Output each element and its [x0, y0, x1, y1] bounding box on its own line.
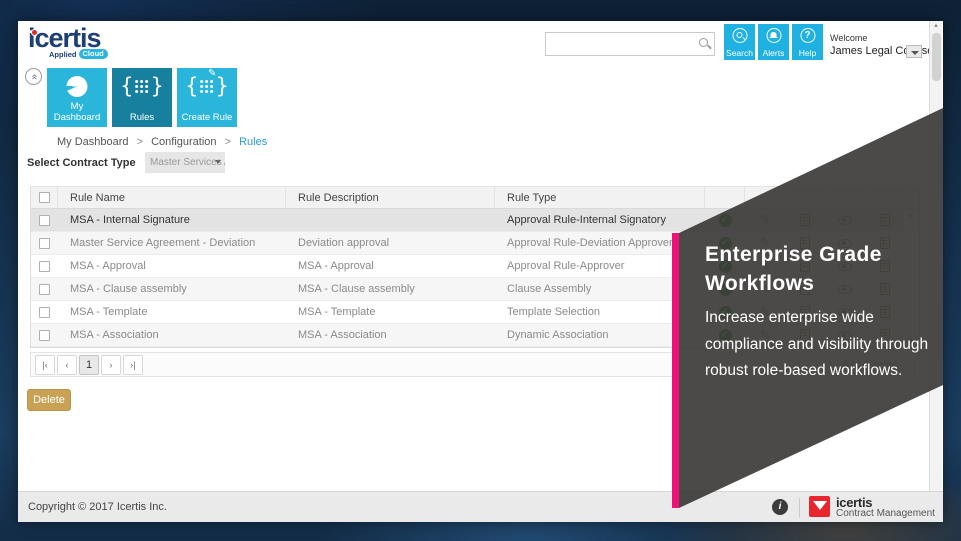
- row-checkbox[interactable]: [39, 238, 50, 249]
- logo-applied-label: Applied: [49, 50, 77, 59]
- question-mark-icon: ?: [800, 28, 815, 43]
- tile-rules[interactable]: { } Rules: [112, 68, 172, 127]
- rule-description-cell: MSA - Approval: [286, 255, 495, 277]
- delete-button[interactable]: Delete: [27, 389, 71, 411]
- breadcrumb-rules[interactable]: Rules: [239, 136, 267, 148]
- row-checkbox[interactable]: [39, 307, 50, 318]
- user-menu-dropdown[interactable]: [906, 45, 922, 58]
- breadcrumb-my-dashboard[interactable]: My Dashboard: [57, 136, 129, 148]
- rule-name-cell: MSA - Approval: [58, 255, 286, 277]
- promo-title: Enterprise Grade Workflows: [705, 240, 882, 298]
- tile-my-dashboard[interactable]: My Dashboard: [47, 68, 107, 127]
- contract-type-label: Select Contract Type: [27, 157, 136, 169]
- prev-page-button[interactable]: ‹: [57, 355, 77, 375]
- rules-braces-icon: { }: [120, 74, 164, 98]
- promo-accent-stripe: [672, 233, 679, 508]
- rule-description-cell: [286, 209, 495, 231]
- rule-type-cell: Approval Rule-Internal Signatory: [495, 209, 705, 231]
- row-checkbox[interactable]: [39, 284, 50, 295]
- select-all-checkbox[interactable]: [39, 192, 50, 203]
- rule-description-cell: MSA - Template: [286, 301, 495, 323]
- tile-create-rule[interactable]: { } ✎ Create Rule: [177, 68, 237, 127]
- tile-menu: My Dashboard { } Rules { } ✎ Create Rule: [47, 68, 237, 127]
- global-search-box: [545, 32, 715, 56]
- page-1-button[interactable]: 1: [79, 355, 99, 375]
- logo-wordmark: icertis: [28, 24, 108, 52]
- first-page-button[interactable]: |‹: [35, 355, 55, 375]
- rule-description-cell: MSA - Association: [286, 324, 495, 346]
- copyright-text: Copyright © 2017 Icertis Inc.: [28, 501, 167, 513]
- scroll-up-icon[interactable]: ▲: [930, 23, 942, 29]
- header-rule-name[interactable]: Rule Name: [58, 187, 286, 208]
- search-icon[interactable]: [699, 38, 708, 47]
- chevron-up-icon: «: [29, 74, 39, 80]
- pie-chart-icon: [64, 74, 90, 100]
- search-button[interactable]: Search: [724, 24, 755, 60]
- logo-red-dot-icon: [32, 30, 37, 35]
- help-button[interactable]: ? Help: [792, 24, 823, 60]
- rule-name-cell: MSA - Association: [58, 324, 286, 346]
- breadcrumb-configuration[interactable]: Configuration: [151, 136, 216, 148]
- rule-description-cell: Deviation approval: [286, 232, 495, 254]
- rule-name-cell: Master Service Agreement - Deviation: [58, 232, 286, 254]
- magnifier-icon: [732, 28, 747, 43]
- breadcrumb: My Dashboard > Configuration > Rules: [57, 136, 267, 148]
- rule-description-cell: MSA - Clause assembly: [286, 278, 495, 300]
- app-footer: Copyright © 2017 Icertis Inc. i icertis …: [18, 491, 943, 522]
- promo-description: Increase enterprise wide compliance and …: [705, 305, 942, 385]
- welcome-label: Welcome: [830, 32, 936, 44]
- row-checkbox[interactable]: [39, 330, 50, 341]
- info-icon[interactable]: i: [772, 499, 788, 515]
- icertis-logo: icertis Applied Cloud: [28, 24, 108, 59]
- row-checkbox[interactable]: [39, 261, 50, 272]
- collapse-tiles-button[interactable]: «: [25, 68, 42, 85]
- last-page-button[interactable]: ›|: [123, 355, 143, 375]
- pencil-icon: ✎: [208, 68, 216, 79]
- header-rule-type[interactable]: Rule Type: [495, 187, 705, 208]
- row-checkbox[interactable]: [39, 215, 50, 226]
- bell-icon: [766, 28, 781, 43]
- rule-name-cell: MSA - Clause assembly: [58, 278, 286, 300]
- icertis-footer-logo-icon: [809, 496, 830, 517]
- search-input[interactable]: [550, 34, 692, 54]
- next-page-button[interactable]: ›: [101, 355, 121, 375]
- rule-name-cell: MSA - Internal Signature: [58, 209, 286, 231]
- logo-cloud-badge: Cloud: [79, 49, 108, 59]
- header-rule-description[interactable]: Rule Description: [286, 187, 495, 208]
- rule-name-cell: MSA - Template: [58, 301, 286, 323]
- contract-type-dropdown[interactable]: Master Services Agre...: [145, 152, 225, 173]
- footer-brand-subtitle: Contract Management: [836, 508, 935, 519]
- alerts-button[interactable]: Alerts: [758, 24, 789, 60]
- footer-divider: [799, 498, 800, 517]
- create-rule-braces-icon: { }: [185, 74, 229, 98]
- scrollbar-thumb[interactable]: [932, 33, 941, 81]
